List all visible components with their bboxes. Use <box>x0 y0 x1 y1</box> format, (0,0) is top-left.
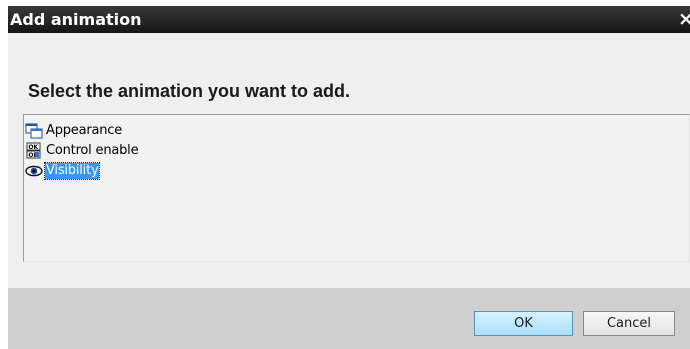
item-label-control-enable: Control enable <box>46 143 139 158</box>
item-label-visibility: Visibility <box>43 162 101 180</box>
animation-list[interactable]: Appearance OK ON Control enable Visibili… <box>23 114 690 262</box>
add-animation-dialog: Add animation × Select the animation you… <box>8 6 690 349</box>
list-item-control-enable[interactable]: OK ON Control enable <box>24 141 139 161</box>
appearance-icon <box>25 123 43 139</box>
dialog-titlebar[interactable]: Add animation × <box>8 6 690 33</box>
close-button[interactable]: × <box>678 8 690 30</box>
dialog-title: Add animation <box>10 10 142 29</box>
list-item-appearance[interactable]: Appearance <box>24 121 123 141</box>
svg-text:OK: OK <box>28 144 38 151</box>
cancel-button[interactable]: Cancel <box>583 311 675 336</box>
visibility-eye-icon <box>25 165 43 177</box>
dialog-content: Select the animation you want to add. Ap… <box>8 33 690 288</box>
instruction-text: Select the animation you want to add. <box>28 81 351 101</box>
item-label-appearance: Appearance <box>46 123 123 138</box>
list-item-visibility[interactable]: Visibility <box>24 161 101 181</box>
control-enable-icon: OK ON <box>26 142 41 159</box>
ok-button[interactable]: OK <box>474 311 573 336</box>
